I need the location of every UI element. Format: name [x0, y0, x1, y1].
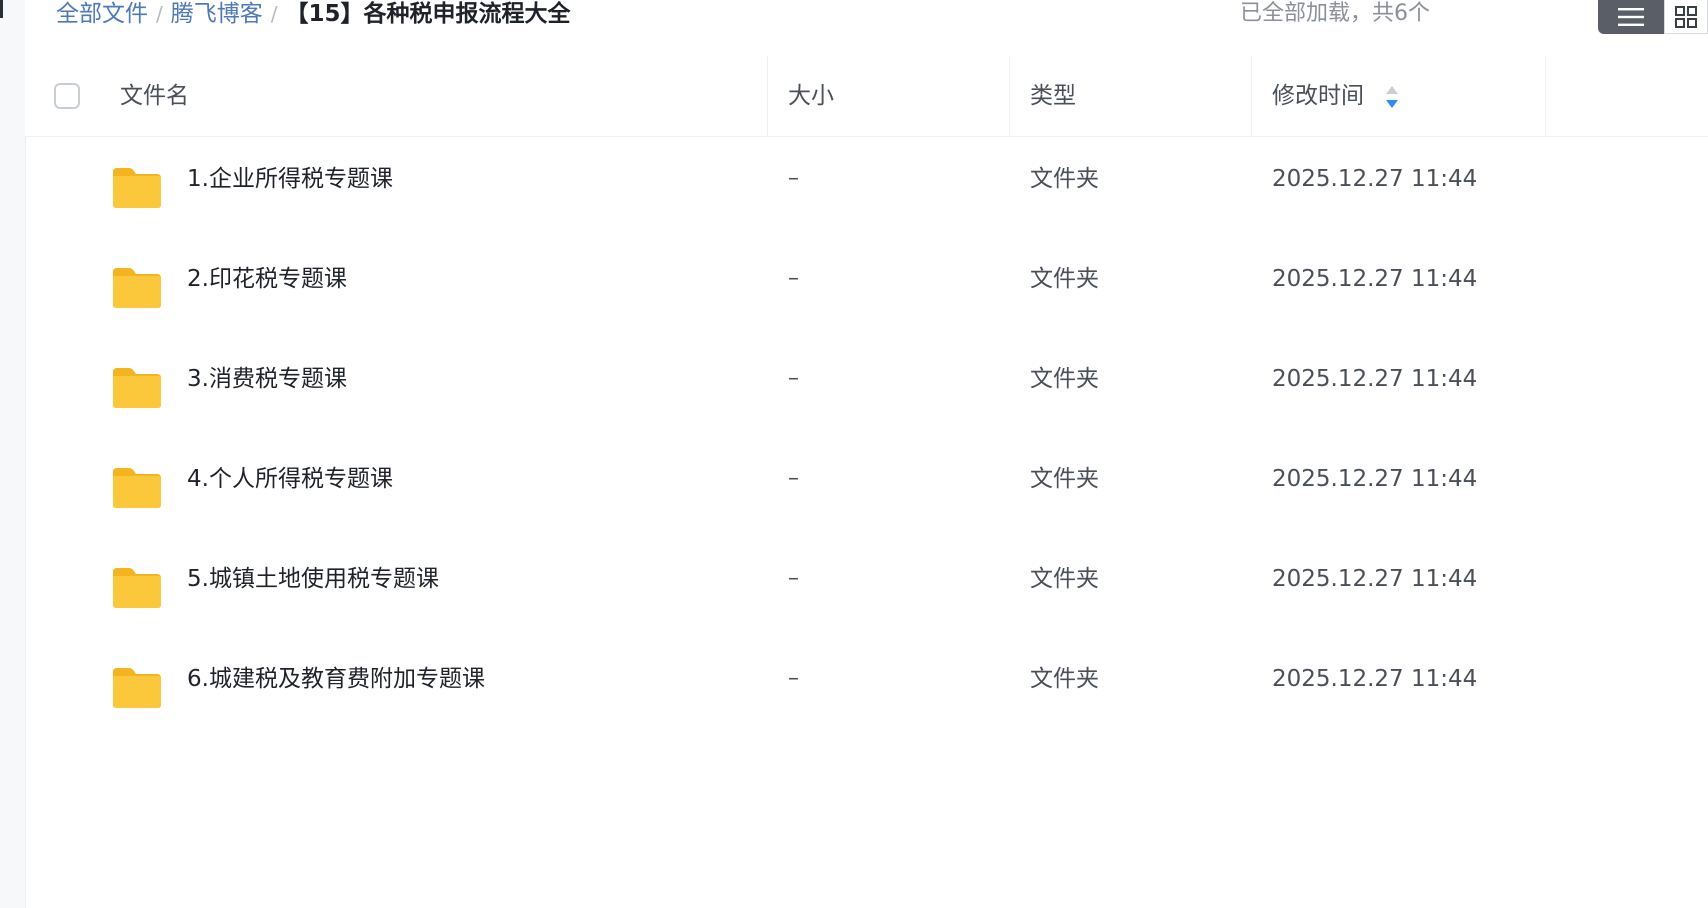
file-modified-time: 2025.12.27 11:44: [1272, 366, 1478, 392]
file-browser: 全部文件 / 腾飞博客 / 【15】各种税申报流程大全 已全部加载，共6个 文件…: [0, 0, 1708, 908]
file-size: –: [788, 566, 799, 591]
view-switch: [1598, 0, 1708, 34]
file-name[interactable]: 6.城建税及教育费附加专题课: [187, 637, 485, 721]
file-type: 文件夹: [1030, 166, 1099, 192]
column-header-modified[interactable]: 修改时间: [1272, 56, 1364, 136]
folder-icon: [113, 568, 161, 608]
load-status-text: 已全部加载，共6个: [1240, 1, 1430, 26]
folder-icon: [113, 268, 161, 308]
column-header-type[interactable]: 类型: [1030, 56, 1076, 136]
toolbar: 全部文件 / 腾飞博客 / 【15】各种税申报流程大全 已全部加载，共6个: [25, 0, 1708, 57]
breadcrumb: 全部文件 / 腾飞博客 / 【15】各种税申报流程大全: [56, 0, 571, 28]
file-size: –: [788, 266, 799, 291]
column-header-name[interactable]: 文件名: [120, 56, 189, 136]
grid-view-button[interactable]: [1664, 0, 1708, 34]
file-size: –: [788, 466, 799, 491]
table-header: 文件名 大小 类型 修改时间: [25, 56, 1708, 137]
file-name[interactable]: 3.消费税专题课: [187, 337, 347, 421]
file-row-5[interactable]: 5.城镇土地使用税专题课 – 文件夹 2025.12.27 11:44: [25, 537, 1708, 637]
folder-icon: [113, 168, 161, 208]
list-view-button[interactable]: [1598, 0, 1664, 34]
file-type: 文件夹: [1030, 466, 1099, 492]
folder-icon: [113, 368, 161, 408]
breadcrumb-current: 【15】各种税申报流程大全: [285, 1, 571, 27]
file-modified-time: 2025.12.27 11:44: [1272, 566, 1478, 592]
file-modified-time: 2025.12.27 11:44: [1272, 266, 1478, 292]
sidebar-edge-marker: [0, 0, 3, 18]
file-modified-time: 2025.12.27 11:44: [1272, 166, 1478, 192]
breadcrumb-separator: /: [270, 2, 278, 26]
file-row-6[interactable]: 6.城建税及教育费附加专题课 – 文件夹 2025.12.27 11:44: [25, 637, 1708, 737]
folder-icon: [113, 468, 161, 508]
file-row-3[interactable]: 3.消费税专题课 – 文件夹 2025.12.27 11:44: [25, 337, 1708, 437]
file-type: 文件夹: [1030, 666, 1099, 692]
file-list: 1.企业所得税专题课 – 文件夹 2025.12.27 11:44 2.印花税专…: [25, 137, 1708, 737]
file-type: 文件夹: [1030, 366, 1099, 392]
breadcrumb-separator: /: [156, 2, 163, 26]
folder-icon: [113, 668, 161, 708]
file-row-4[interactable]: 4.个人所得税专题课 – 文件夹 2025.12.27 11:44: [25, 437, 1708, 537]
sort-arrows-icon[interactable]: [1385, 85, 1399, 109]
file-size: –: [788, 666, 799, 691]
list-view-icon: [1618, 8, 1644, 26]
column-divider: [1545, 56, 1546, 136]
file-size: –: [788, 366, 799, 391]
breadcrumb-parent-link[interactable]: 腾飞博客: [171, 0, 263, 28]
file-row-1[interactable]: 1.企业所得税专题课 – 文件夹 2025.12.27 11:44: [25, 137, 1708, 237]
column-divider: [1009, 56, 1010, 136]
file-size: –: [788, 166, 799, 191]
file-modified-time: 2025.12.27 11:44: [1272, 466, 1478, 492]
select-all-checkbox[interactable]: [54, 83, 80, 109]
column-header-size[interactable]: 大小: [788, 56, 834, 136]
file-type: 文件夹: [1030, 566, 1099, 592]
file-name[interactable]: 2.印花税专题课: [187, 237, 347, 321]
file-type: 文件夹: [1030, 266, 1099, 292]
column-divider: [767, 56, 768, 136]
column-divider: [1251, 56, 1252, 136]
file-name[interactable]: 5.城镇土地使用税专题课: [187, 537, 439, 621]
breadcrumb-root-link[interactable]: 全部文件: [56, 0, 148, 28]
sidebar-edge: [0, 0, 26, 908]
file-modified-time: 2025.12.27 11:44: [1272, 666, 1478, 692]
grid-view-icon: [1675, 5, 1697, 28]
file-name[interactable]: 4.个人所得税专题课: [187, 437, 393, 521]
file-name[interactable]: 1.企业所得税专题课: [187, 137, 393, 221]
file-row-2[interactable]: 2.印花税专题课 – 文件夹 2025.12.27 11:44: [25, 237, 1708, 337]
